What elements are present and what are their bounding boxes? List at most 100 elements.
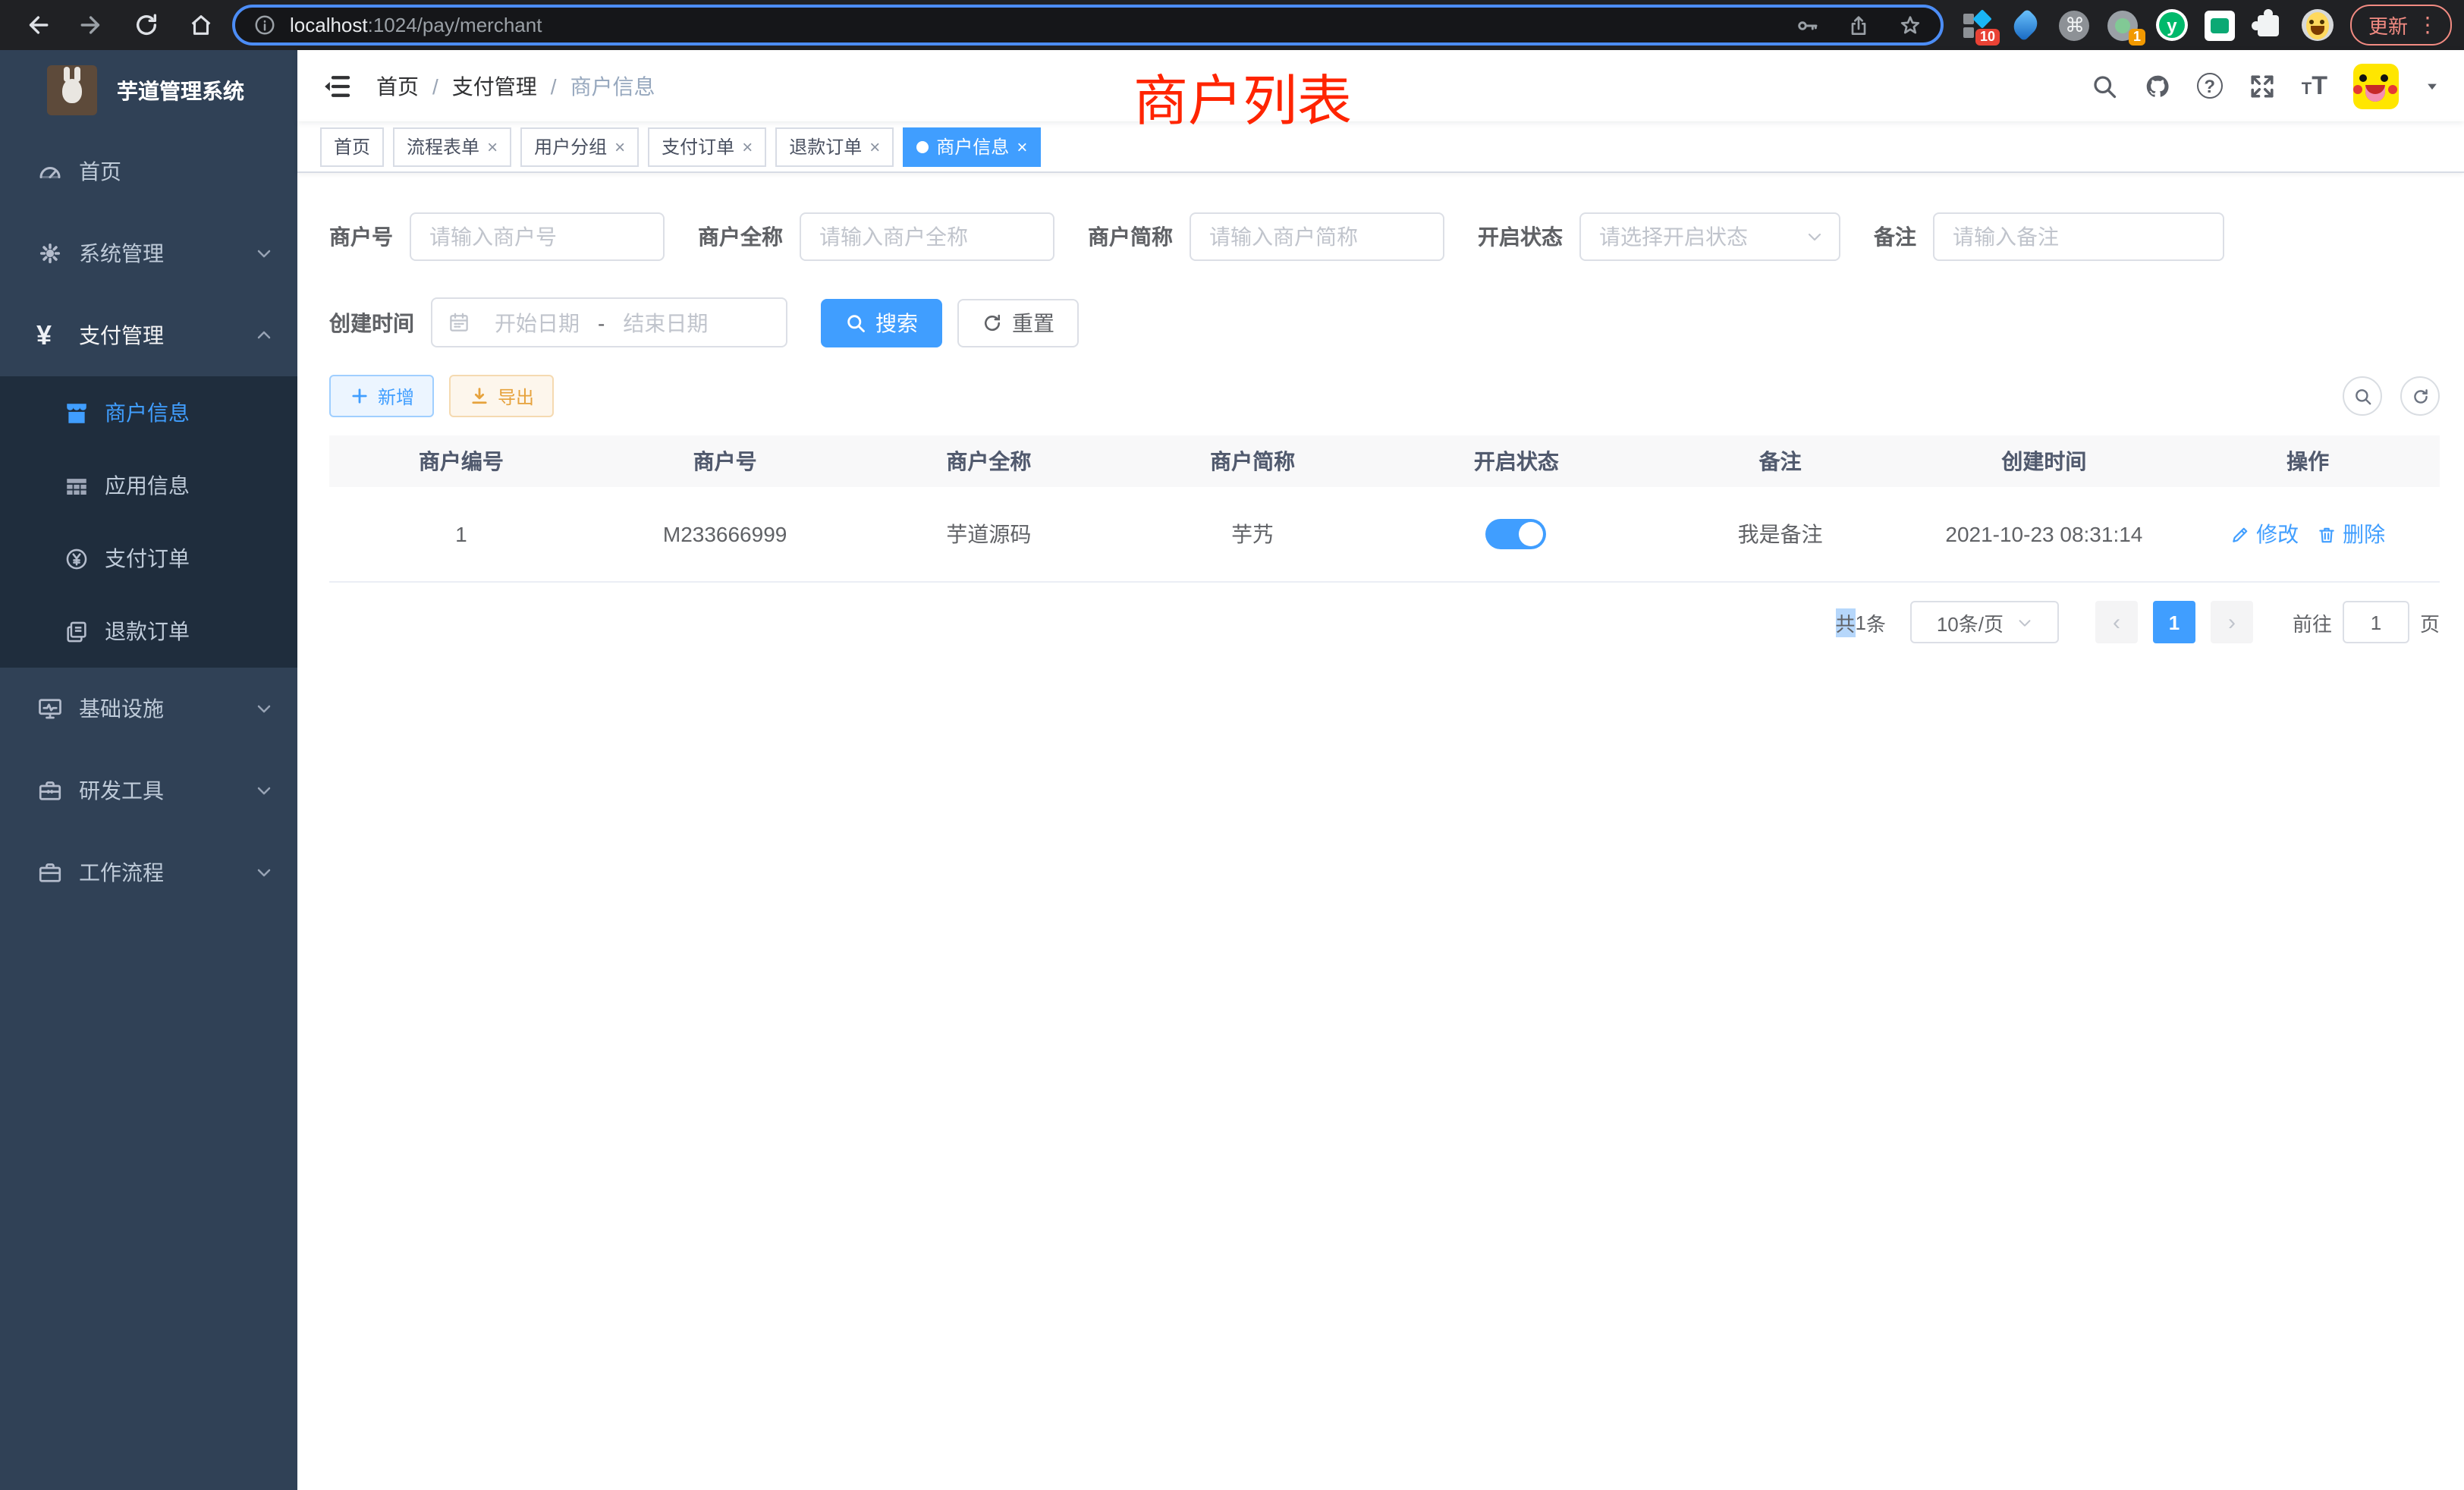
tab-close-icon[interactable]: × (487, 137, 498, 156)
toolbox-icon (36, 777, 64, 804)
home-icon[interactable] (188, 12, 214, 38)
tab-home[interactable]: 首页 (320, 127, 384, 166)
tab-close-icon[interactable]: × (614, 137, 625, 156)
breadcrumb-level2[interactable]: 支付管理 (452, 71, 537, 101)
browser-menu-icon[interactable]: ⋮ (2417, 12, 2438, 38)
info-icon[interactable] (253, 14, 276, 36)
app-logo[interactable]: 芋道管理系统 (0, 50, 297, 130)
bookmark-star-icon[interactable] (1898, 13, 1922, 37)
breadcrumb-home[interactable]: 首页 (376, 71, 419, 101)
page-1-button[interactable]: 1 (2153, 601, 2195, 643)
status-toggle[interactable] (1486, 519, 1547, 549)
logo-rabbit-image (47, 65, 97, 115)
refresh-icon (982, 312, 1003, 333)
sidebar-item-app-info[interactable]: 应用信息 (0, 449, 297, 522)
edit-link[interactable]: 修改 (2230, 519, 2299, 549)
share-icon[interactable] (1846, 13, 1871, 37)
url-bar[interactable]: localhost:1024/pay/merchant (232, 5, 1944, 46)
avatar-caret-down-icon[interactable] (2425, 78, 2440, 93)
col-actions: 操作 (2176, 446, 2440, 476)
key-icon[interactable] (1795, 13, 1819, 37)
sidebar-item-infra[interactable]: 基础设施 (0, 668, 297, 750)
sidebar-item-home[interactable]: 首页 (0, 130, 297, 212)
sidebar-item-label: 工作流程 (79, 857, 164, 888)
sidebar-item-devtools[interactable]: 研发工具 (0, 750, 297, 831)
extension-chat-icon[interactable] (2205, 9, 2236, 41)
create-time-range-picker[interactable]: - (431, 297, 787, 347)
extension-yuque-icon[interactable]: y (2156, 9, 2188, 41)
breadcrumb-separator: / (551, 74, 557, 98)
extension-tabs-icon[interactable]: 10 (1962, 9, 1994, 41)
start-date-input[interactable] (479, 310, 595, 335)
merchant-name-input[interactable] (800, 212, 1054, 261)
forward-icon[interactable] (79, 12, 105, 38)
end-date-input[interactable] (608, 310, 723, 335)
fullscreen-icon[interactable] (2249, 72, 2276, 99)
delete-link[interactable]: 删除 (2317, 519, 2385, 549)
next-page-button[interactable]: › (2211, 601, 2253, 643)
chevron-down-icon (255, 699, 273, 718)
page-size-select[interactable]: 10条/页 (1910, 601, 2059, 643)
toggle-search-button[interactable] (2343, 376, 2382, 416)
col-full-name: 商户全称 (857, 446, 1121, 476)
sidebar-item-pay-order[interactable]: 支付订单 (0, 522, 297, 595)
remark-input[interactable] (1933, 212, 2224, 261)
sidebar: 芋道管理系统 首页 系统管理 ¥ 支付管理 (0, 50, 297, 1490)
merchant-short-input[interactable] (1190, 212, 1444, 261)
tab-user-group[interactable]: 用户分组 × (520, 127, 639, 166)
active-tab-dot-icon (916, 140, 929, 152)
col-merchant-no: 商户号 (593, 446, 857, 476)
help-icon[interactable]: ? (2197, 73, 2223, 99)
sidebar-item-payment[interactable]: ¥ 支付管理 (0, 294, 297, 376)
tab-label: 支付订单 (662, 134, 734, 159)
header-search-icon[interactable] (2091, 72, 2118, 99)
tab-merchant-info[interactable]: 商户信息 × (903, 127, 1041, 166)
tab-close-icon[interactable]: × (742, 137, 753, 156)
sidebar-item-label: 商户信息 (105, 398, 190, 428)
grid-icon (64, 473, 90, 498)
export-button[interactable]: 导出 (449, 375, 554, 417)
back-icon[interactable] (24, 12, 50, 38)
search-button[interactable]: 搜索 (821, 298, 942, 347)
merchant-table: 商户编号 商户号 商户全称 商户简称 开启状态 备注 创建时间 操作 1 M23… (329, 435, 2440, 583)
sidebar-collapse-icon[interactable] (322, 71, 352, 101)
tab-label: 商户信息 (936, 134, 1009, 159)
extensions-puzzle-icon[interactable] (2253, 9, 2285, 41)
sidebar-item-refund-order[interactable]: 退款订单 (0, 595, 297, 668)
url-path: :1024/pay/merchant (368, 14, 542, 36)
reset-button[interactable]: 重置 (957, 298, 1079, 347)
extension-command-icon[interactable]: ⌘ (2059, 9, 2091, 41)
cell-create-time: 2021-10-23 08:31:14 (1912, 522, 2176, 546)
prev-page-button[interactable]: ‹ (2095, 601, 2138, 643)
sidebar-menu: 首页 系统管理 ¥ 支付管理 商户信息 (0, 130, 297, 913)
merchant-no-input[interactable] (410, 212, 665, 261)
select-chevron-down-icon (2016, 614, 2032, 630)
edit-pencil-icon (2230, 524, 2250, 544)
extension-recorder-icon[interactable]: 1 (2107, 9, 2139, 41)
reload-icon[interactable] (134, 12, 159, 38)
extension-kite-icon[interactable] (2010, 9, 2042, 41)
user-avatar[interactable] (2353, 63, 2399, 108)
tab-process-form[interactable]: 流程表单 × (393, 127, 511, 166)
table-row: 1 M233666999 芋道源码 芋艿 我是备注 2021-10-23 08:… (329, 487, 2440, 583)
refresh-table-button[interactable] (2400, 376, 2440, 416)
sidebar-item-merchant-info[interactable]: 商户信息 (0, 376, 297, 449)
browser-update-button[interactable]: 更新 ⋮ (2350, 5, 2452, 46)
tab-pay-order[interactable]: 支付订单 × (648, 127, 766, 166)
table-toolbar: 新增 导出 (329, 375, 2440, 417)
status-select[interactable]: 请选择开启状态 (1579, 212, 1840, 261)
tab-refund-order[interactable]: 退款订单 × (775, 127, 894, 166)
browser-toolbar: localhost:1024/pay/merchant 10 ⌘ 1 y (0, 0, 2464, 50)
tab-close-icon[interactable]: × (1017, 137, 1027, 156)
github-icon[interactable] (2144, 72, 2171, 99)
add-button[interactable]: 新增 (329, 375, 434, 417)
col-status: 开启状态 (1384, 446, 1648, 476)
goto-page-input[interactable] (2343, 601, 2409, 643)
tab-close-icon[interactable]: × (869, 137, 880, 156)
font-size-icon[interactable]: TT (2302, 73, 2327, 99)
sidebar-item-workflow[interactable]: 工作流程 (0, 831, 297, 913)
tab-label: 流程表单 (407, 134, 479, 159)
sidebar-item-system[interactable]: 系统管理 (0, 212, 297, 294)
browser-profile-avatar[interactable] (2302, 9, 2334, 41)
filter-row-2: 创建时间 - 搜索 重置 (329, 297, 2440, 347)
